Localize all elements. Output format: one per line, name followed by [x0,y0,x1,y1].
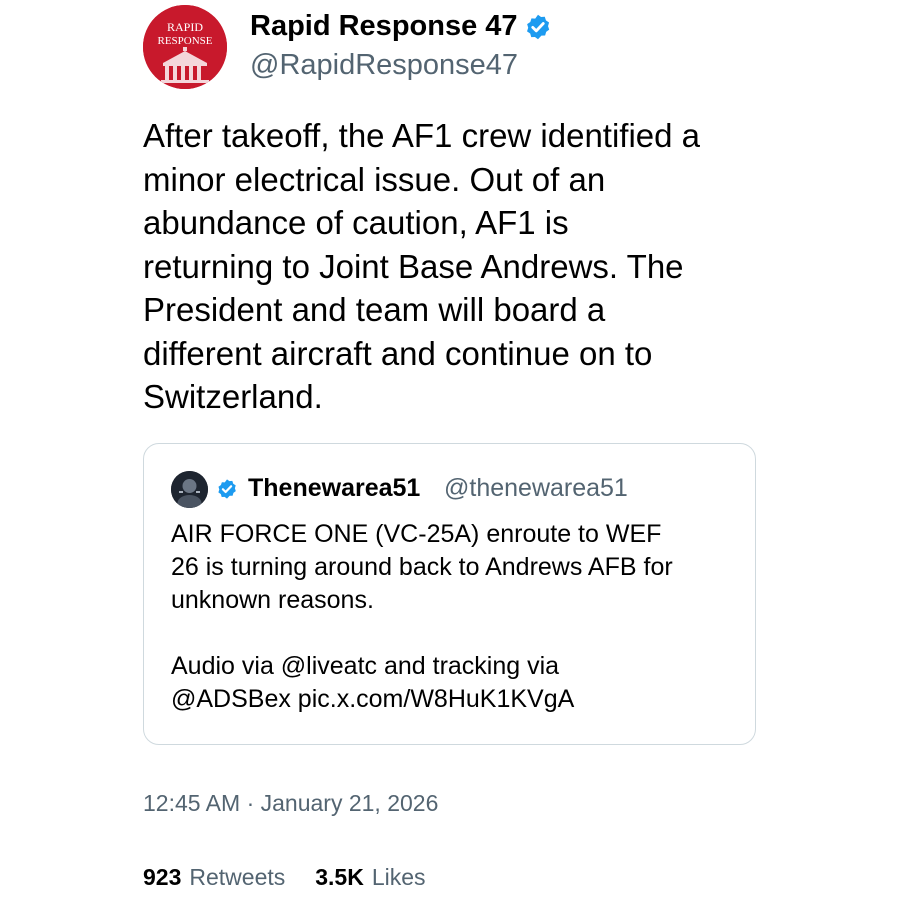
retweets-stat[interactable]: 923 Retweets [143,864,285,891]
author-handle[interactable]: @RapidResponse47 [250,49,518,82]
likes-stat[interactable]: 3.5K Likes [315,864,425,891]
svg-text:RESPONSE: RESPONSE [157,35,212,47]
author-name-text: Rapid Response 47 [250,10,518,42]
author-display-name[interactable]: Rapid Response 47 [250,10,552,43]
quoted-author-avatar[interactable] [171,471,208,508]
likes-count: 3.5K [315,864,364,890]
likes-label: Likes [371,864,426,890]
quoted-tweet-card[interactable]: Thenewarea51 @thenewarea51 AIR FORCE ONE… [143,443,756,745]
quoted-author-handle[interactable]: @thenewarea51 [444,474,628,503]
quoted-tweet-text: AIR FORCE ONE (VC-25A) enroute to WEF 26… [171,520,673,713]
retweets-count: 923 [143,864,182,890]
retweets-label: Retweets [189,864,286,890]
svg-text:RAPID: RAPID [167,20,203,34]
tweet-timestamp[interactable]: 12:45 AM · January 21, 2026 [143,790,438,817]
author-avatar[interactable]: RAPID RESPONSE [143,5,227,89]
quoted-author-name[interactable]: Thenewarea51 [248,474,420,503]
profile-photo-icon [171,471,208,508]
engagement-stats: 923 Retweets 3.5K Likes [143,864,456,891]
verified-badge-icon [526,14,549,39]
tweet-text: After takeoff, the AF1 crew identified a… [143,117,701,415]
quoted-verified-badge-icon [218,479,236,499]
white-house-logo-icon: RAPID RESPONSE [143,5,227,89]
